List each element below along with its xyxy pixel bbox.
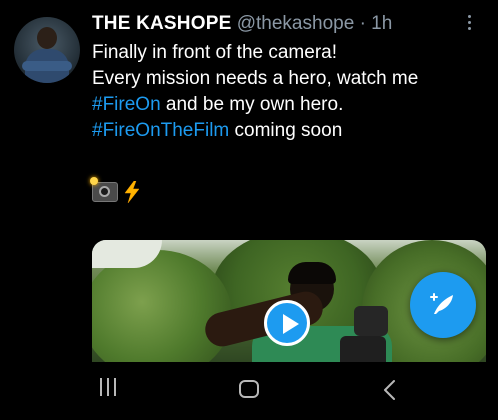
tweet-line-3-text: and be my own hero.	[160, 94, 344, 115]
video-camera-gear	[340, 336, 386, 362]
back-icon[interactable]	[380, 379, 400, 401]
camera-with-flash-icon	[90, 177, 118, 202]
high-voltage-icon	[124, 181, 140, 203]
system-nav-bar	[0, 362, 498, 420]
tweet-header: THE KASHOPE @thekashope · 1h	[92, 12, 392, 36]
tweet-time[interactable]: 1h	[371, 13, 392, 34]
compose-tweet-icon	[430, 293, 453, 314]
tweet-line-4-text: coming soon	[229, 120, 343, 141]
tweet-line-1: Finally in front of the camera!	[92, 42, 337, 63]
compose-tweet-button[interactable]	[410, 272, 476, 338]
video-person-hair	[288, 262, 336, 284]
avatar-arm	[22, 61, 72, 71]
tweet-line-2: Every mission needs a hero, watch me	[92, 68, 419, 89]
hashtag-fireonthefilm[interactable]: #FireOnTheFilm	[92, 120, 229, 141]
recent-apps-icon[interactable]	[98, 378, 118, 400]
author-handle[interactable]: @thekashope	[237, 13, 355, 34]
emoji-row	[90, 177, 142, 204]
avatar-head	[37, 27, 57, 49]
video-camera-gear	[354, 306, 388, 336]
separator-dot: ·	[359, 13, 366, 34]
author-name[interactable]: THE KASHOPE	[92, 13, 231, 34]
avatar[interactable]	[14, 17, 80, 83]
more-vertical-icon[interactable]	[464, 13, 474, 35]
tweet-line-3: #FireOn and be my own hero.	[92, 92, 418, 118]
tweet-line-4: #FireOnTheFilm coming soon	[92, 118, 418, 144]
hashtag-fireon[interactable]: #FireOn	[92, 94, 161, 115]
play-icon[interactable]	[264, 300, 310, 346]
home-icon[interactable]	[239, 380, 259, 398]
tweet-text: Finally in front of the camera! Every mi…	[92, 40, 418, 144]
